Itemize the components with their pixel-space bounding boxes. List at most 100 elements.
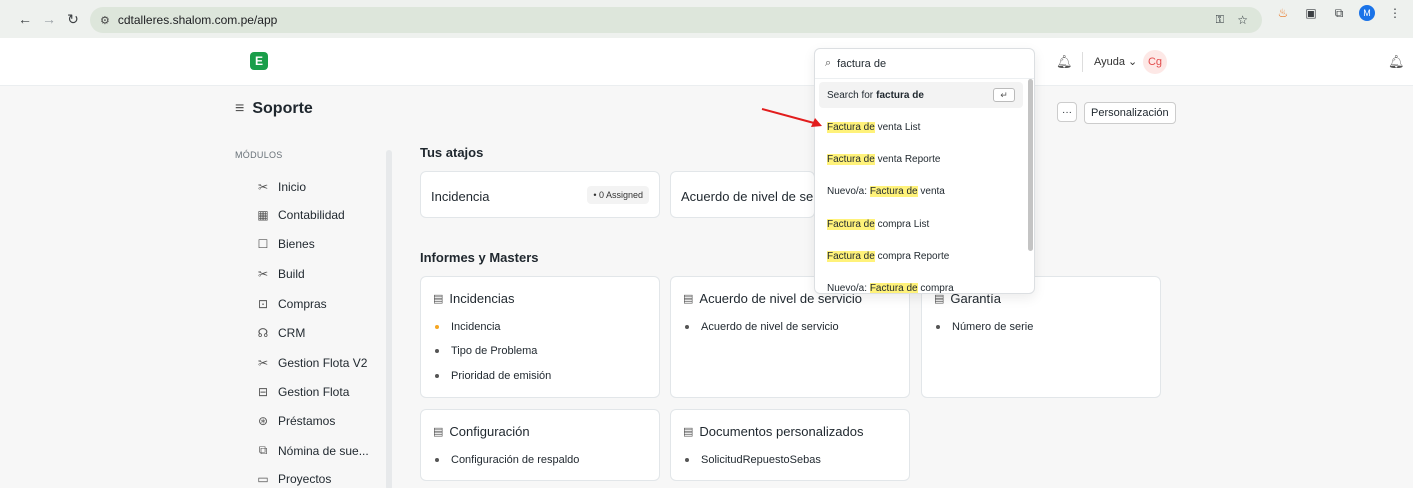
dropdown-scrollbar[interactable]	[1028, 79, 1033, 251]
app-logo[interactable]: E	[250, 52, 268, 70]
sidebar-item-label: Gestion Flota	[278, 385, 350, 399]
shortcuts-heading: Tus atajos	[420, 145, 484, 160]
dot-marker	[435, 458, 439, 462]
more-options-button[interactable]: ···	[1057, 102, 1077, 122]
link-solicitud-repuesto[interactable]: SolicitudRepuestoSebas	[685, 454, 821, 466]
extension-icon[interactable]: ▣	[1303, 6, 1319, 20]
search-result[interactable]: Factura de compra List	[827, 219, 929, 230]
box-icon: ☐	[257, 237, 269, 251]
page-header: ≡ Soporte	[235, 100, 313, 118]
sidebar-item-label: Préstamos	[278, 414, 336, 428]
reports-heading: Informes y Masters	[420, 250, 539, 265]
help-dropdown[interactable]: Ayuda ⌄	[1094, 55, 1137, 68]
dot-marker	[936, 325, 940, 329]
back-icon[interactable]: ←	[14, 8, 36, 30]
tools-icon: ✂	[257, 180, 269, 194]
notification-bell-icon[interactable]: 🔔︎	[1056, 54, 1073, 70]
reload-icon[interactable]: ↻	[62, 8, 84, 30]
sidebar-item-label: Bienes	[278, 237, 315, 251]
link-numero-serie[interactable]: Número de serie	[936, 321, 1033, 333]
sidebar-item-prestamos[interactable]: ⊛ Préstamos	[256, 414, 335, 428]
link-incidencia[interactable]: Incidencia	[435, 321, 501, 333]
sidebar-item-bienes[interactable]: ☐ Bienes	[256, 237, 315, 251]
address-bar[interactable]: ⚙ cdtalleres.shalom.com.pe/app ⚿ ☆	[90, 7, 1262, 33]
extensions-puzzle-icon[interactable]: ⧉	[1331, 6, 1347, 21]
sidebar-item-label: Compras	[278, 297, 327, 311]
profile-avatar[interactable]: M	[1359, 5, 1375, 21]
crm-icon: ☊	[257, 326, 269, 340]
dot-marker	[685, 325, 689, 329]
key-icon[interactable]: ⚿	[1216, 14, 1224, 27]
search-icon: ⌕	[825, 57, 832, 69]
bookmark-star-icon[interactable]: ☆	[1237, 13, 1248, 27]
personalize-button[interactable]: Personalización	[1084, 102, 1176, 124]
sidebar-section-label: MÓDULOS	[235, 150, 283, 160]
document-icon: ▤	[683, 426, 694, 438]
bag-icon: ⊡	[257, 297, 269, 311]
assigned-badge: • 0 Assigned	[587, 186, 649, 204]
folder-icon: ▭	[257, 472, 269, 486]
site-settings-icon[interactable]: ⚙	[100, 14, 110, 27]
search-for-option[interactable]: Search for factura de ↵	[819, 82, 1023, 108]
sidebar-item-label: Proyectos	[278, 472, 332, 486]
card-configuracion: ▤ Configuración Configuración de respald…	[420, 409, 660, 481]
search-result[interactable]: Nuevo/a: Factura de compra	[827, 283, 954, 293]
search-result[interactable]: Nuevo/a: Factura de venta	[827, 186, 945, 197]
calculator-icon: ▦	[257, 208, 269, 222]
sidebar-item-gestion-flota[interactable]: ⊟ Gestion Flota	[256, 385, 349, 399]
link-tipo-problema[interactable]: Tipo de Problema	[435, 345, 537, 357]
browser-notification-bell-icon[interactable]: 🔔︎	[1388, 54, 1405, 70]
briefcase-icon: ⊟	[257, 385, 269, 399]
card-acuerdo-nivel-servicio: ▤ Acuerdo de nivel de servicio Acuerdo d…	[670, 276, 910, 398]
sidebar-item-contabilidad[interactable]: ▦ Contabilidad	[256, 208, 345, 222]
sidebar-item-nomina[interactable]: ⧉ Nómina de sue...	[256, 443, 369, 458]
page-title: Soporte	[252, 100, 313, 117]
card-title: ▤ Configuración	[433, 424, 530, 439]
sidebar-item-proyectos[interactable]: ▭ Proyectos	[256, 472, 331, 486]
document-icon: ▤	[433, 293, 444, 305]
dot-marker	[435, 349, 439, 353]
sidebar-item-crm[interactable]: ☊ CRM	[256, 326, 306, 340]
enter-key-icon: ↵	[993, 88, 1015, 102]
card-documentos-personalizados: ▤ Documentos personalizados SolicitudRep…	[670, 409, 910, 481]
chrome-menu-icon[interactable]: ⋮	[1387, 6, 1403, 20]
card-title: ▤ Incidencias	[433, 291, 515, 306]
card-incidencias: ▤ Incidencias Incidencia Tipo de Problem…	[420, 276, 660, 398]
sidebar-item-label: Gestion Flota V2	[278, 356, 368, 370]
user-avatar[interactable]: Cg	[1143, 50, 1167, 74]
sidebar-item-gestion-flota-v2[interactable]: ✂ Gestion Flota V2	[256, 356, 367, 370]
sidebar-item-inicio[interactable]: ✂ Inicio	[256, 180, 306, 194]
document-icon: ▤	[433, 426, 444, 438]
hamburger-menu-icon[interactable]: ≡	[235, 100, 244, 118]
search-input-row: ⌕	[815, 49, 1034, 79]
search-result[interactable]: Factura de venta List	[827, 122, 920, 133]
sidebar-item-build[interactable]: ✂ Build	[256, 267, 305, 281]
shortcut-card-incidencia[interactable]: Incidencia • 0 Assigned	[420, 171, 660, 218]
sidebar-item-compras[interactable]: ⊡ Compras	[256, 297, 327, 311]
shortcut-card-acuerdo[interactable]: Acuerdo de nivel de serv	[670, 171, 815, 218]
search-input[interactable]	[837, 57, 1008, 70]
app-navbar: E 🔔︎ Ayuda ⌄ Cg 🔔︎	[0, 38, 1413, 86]
sidebar-item-label: CRM	[278, 326, 306, 340]
link-configuracion-respaldo[interactable]: Configuración de respaldo	[435, 454, 579, 466]
sidebar-scrollbar[interactable]	[386, 150, 392, 488]
card-garantia: ▤ Garantía Número de serie	[921, 276, 1161, 398]
sidebar-item-label: Contabilidad	[278, 208, 345, 222]
tools-icon: ✂	[257, 267, 269, 281]
loan-icon: ⊛	[257, 414, 269, 428]
sidebar-item-label: Inicio	[278, 180, 307, 194]
search-result[interactable]: Factura de compra Reporte	[827, 251, 949, 262]
shortcut-label: Acuerdo de nivel de serv	[681, 189, 815, 204]
link-acuerdo-nivel-servicio[interactable]: Acuerdo de nivel de servicio	[685, 321, 839, 333]
shortcut-label: Incidencia	[431, 189, 490, 204]
forward-icon[interactable]: →	[38, 8, 60, 30]
document-icon: ▤	[683, 293, 694, 305]
link-prioridad-emision[interactable]: Prioridad de emisión	[435, 370, 551, 382]
annotation-arrow-icon	[761, 108, 822, 127]
dot-marker	[685, 458, 689, 462]
extension-fire-icon[interactable]: ♨	[1275, 6, 1291, 20]
search-result[interactable]: Factura de venta Reporte	[827, 154, 940, 165]
payroll-icon: ⧉	[258, 443, 268, 457]
awesomebar-dropdown: ⌕ Search for factura de ↵ Factura de ven…	[814, 48, 1035, 294]
dot-marker	[435, 374, 439, 378]
